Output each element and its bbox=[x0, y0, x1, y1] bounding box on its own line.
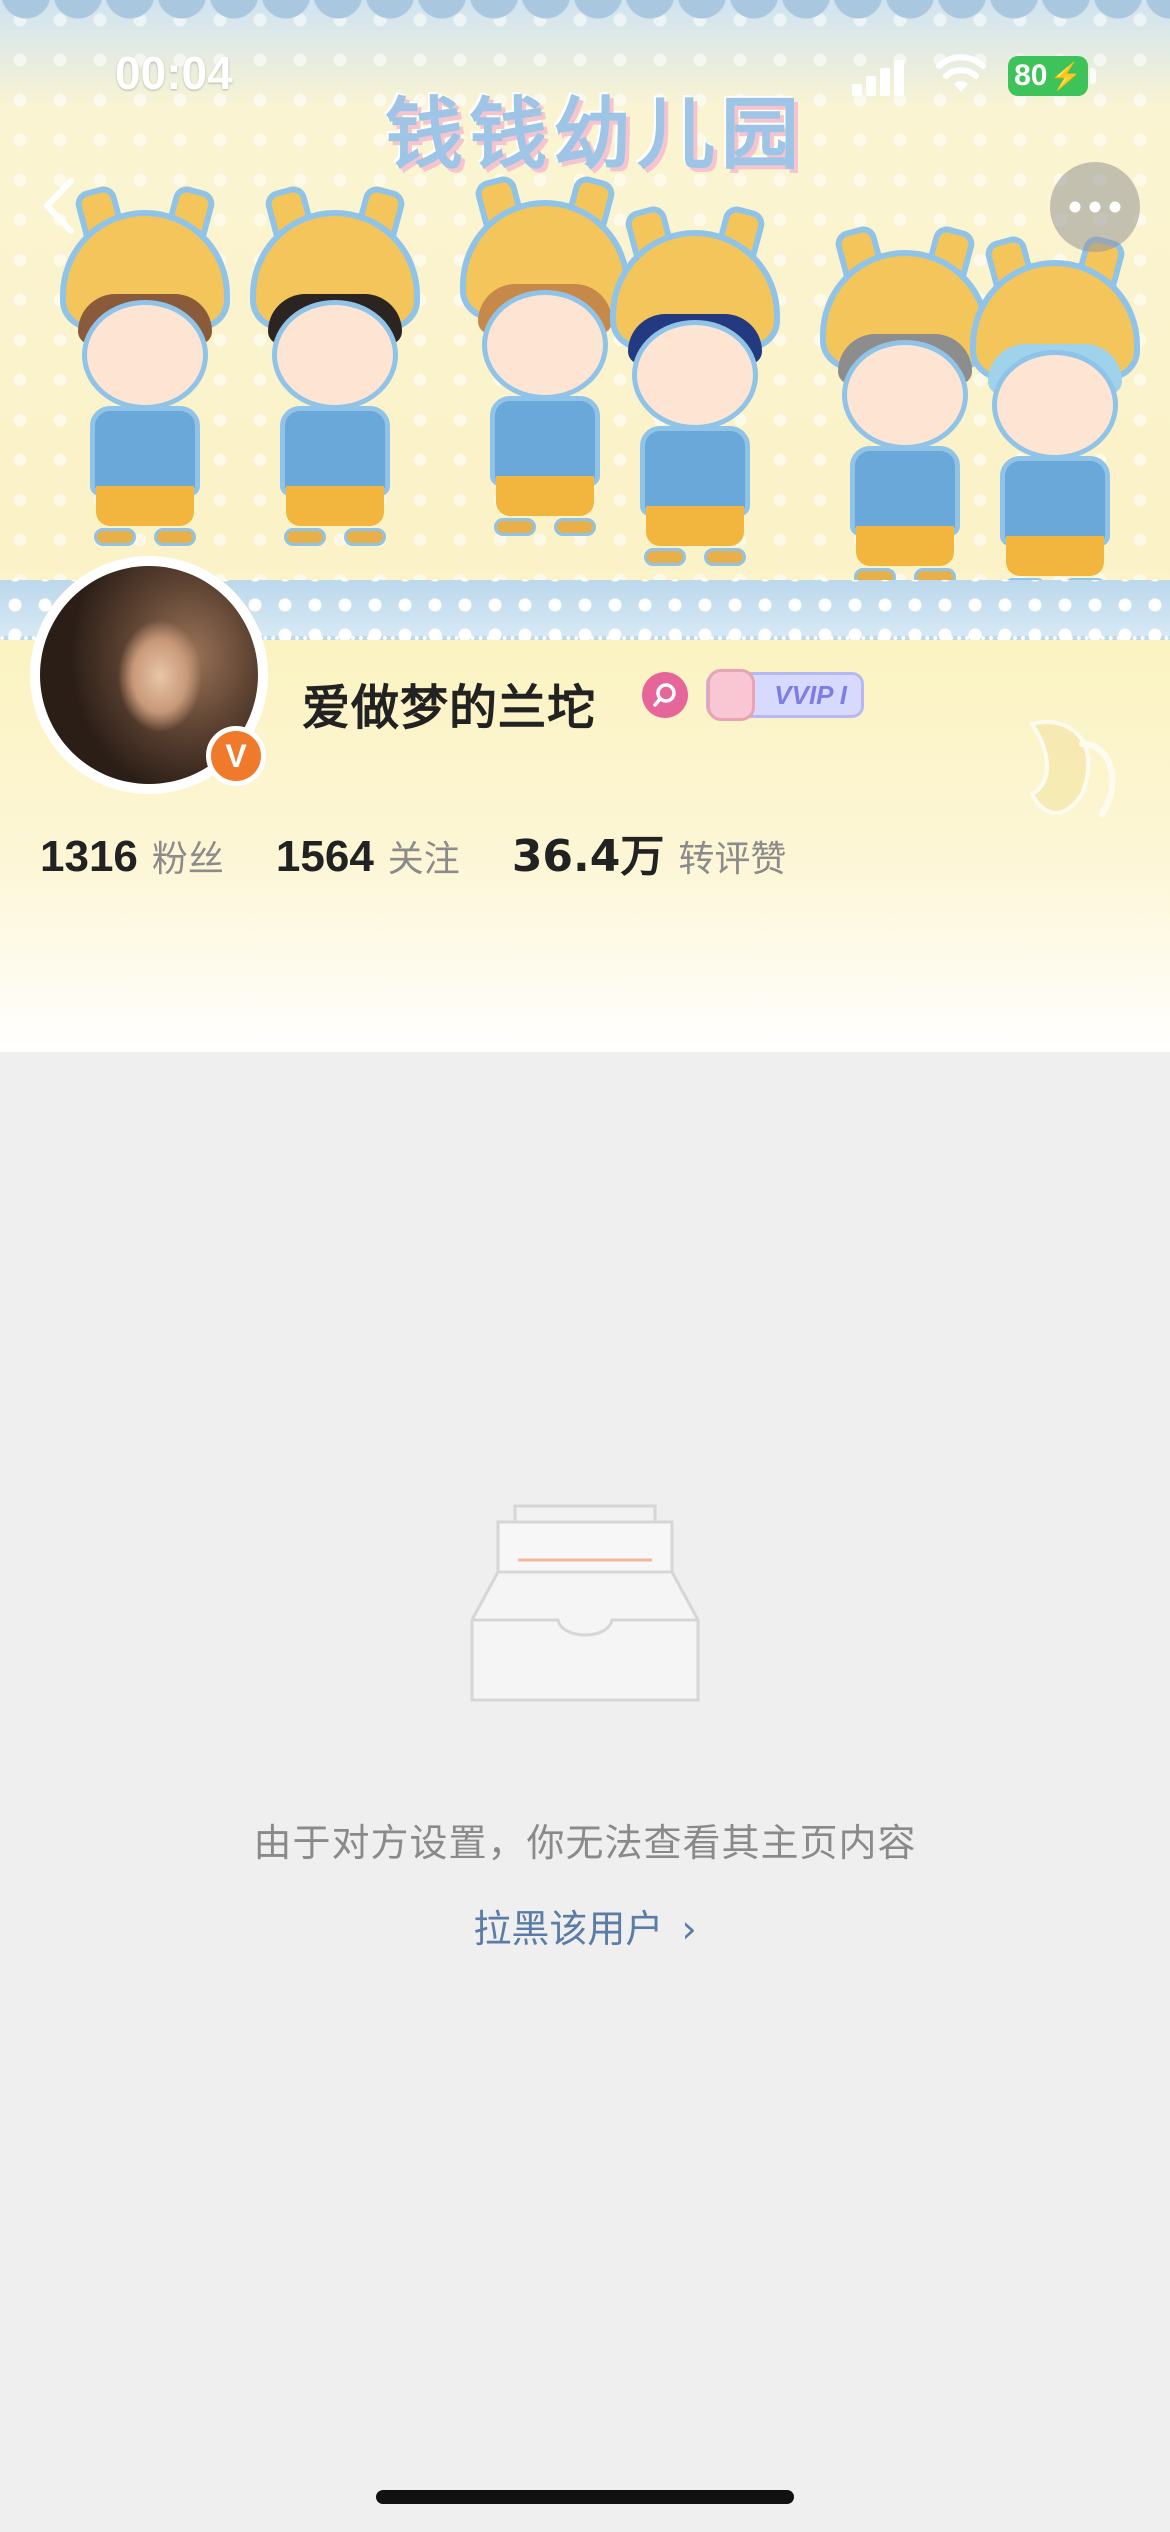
ellipsis-icon bbox=[1069, 201, 1121, 213]
stat-value: 1316 bbox=[40, 832, 138, 881]
vvip-badge-label: VVIP I bbox=[774, 679, 847, 710]
cover-character-2 bbox=[250, 183, 420, 550]
chevron-left-icon bbox=[44, 178, 74, 234]
profile-header: 钱钱幼儿园 00:04 80 ⚡ V 爱做梦的兰坨 VVIP I 1316 粉丝… bbox=[0, 0, 1170, 1052]
battery-indicator: 80 ⚡ bbox=[1008, 56, 1088, 96]
stat-following[interactable]: 1564 关注 bbox=[276, 830, 460, 882]
block-user-link[interactable]: 拉黑该用户 › bbox=[0, 1898, 1170, 1953]
home-indicator[interactable] bbox=[376, 2490, 794, 2504]
cover-character-3 bbox=[460, 173, 630, 540]
cover-character-1 bbox=[60, 183, 230, 550]
empty-state-message: 由于对方设置，你无法查看其主页内容 bbox=[253, 1821, 917, 1865]
stat-label: 关注 bbox=[387, 839, 460, 880]
cover-character-4 bbox=[610, 203, 780, 570]
charging-bolt-icon: ⚡ bbox=[1049, 60, 1082, 91]
stat-value: 1564 bbox=[275, 832, 374, 881]
angel-wing-decoration-icon bbox=[1028, 720, 1116, 817]
empty-inbox-icon bbox=[470, 1504, 700, 1702]
back-button[interactable] bbox=[28, 170, 88, 242]
stat-value: 36.4万 bbox=[511, 831, 665, 882]
wifi-icon bbox=[936, 54, 986, 92]
profile-stats: 1316 粉丝 1564 关注 36.4万 转评赞 bbox=[40, 820, 838, 882]
vvip-badge[interactable]: VVIP I bbox=[706, 669, 864, 721]
search-icon[interactable] bbox=[642, 672, 688, 718]
stat-followers[interactable]: 1316 粉丝 bbox=[40, 830, 224, 882]
status-time: 00:04 bbox=[115, 47, 233, 99]
verified-badge: V bbox=[206, 726, 266, 786]
cover-scallop-border bbox=[0, 0, 1170, 36]
stat-label: 转评赞 bbox=[678, 839, 787, 880]
battery-tip bbox=[1090, 68, 1096, 84]
stat-label: 粉丝 bbox=[151, 839, 224, 880]
block-user-link-label: 拉黑该用户 bbox=[473, 1907, 664, 1951]
vvip-mascot-icon bbox=[707, 669, 755, 721]
more-options-button[interactable] bbox=[1050, 162, 1140, 252]
chevron-right-icon: › bbox=[681, 1907, 697, 1951]
cover-character-5 bbox=[820, 223, 990, 590]
cover-banner-title: 钱钱幼儿园 bbox=[384, 90, 805, 180]
battery-level: 80 bbox=[1014, 59, 1048, 92]
stat-interactions[interactable]: 36.4万 转评赞 bbox=[512, 820, 787, 884]
profile-username: 爱做梦的兰坨 bbox=[302, 680, 597, 736]
cellular-signal-icon bbox=[852, 56, 914, 96]
cover-character-6 bbox=[970, 233, 1140, 600]
